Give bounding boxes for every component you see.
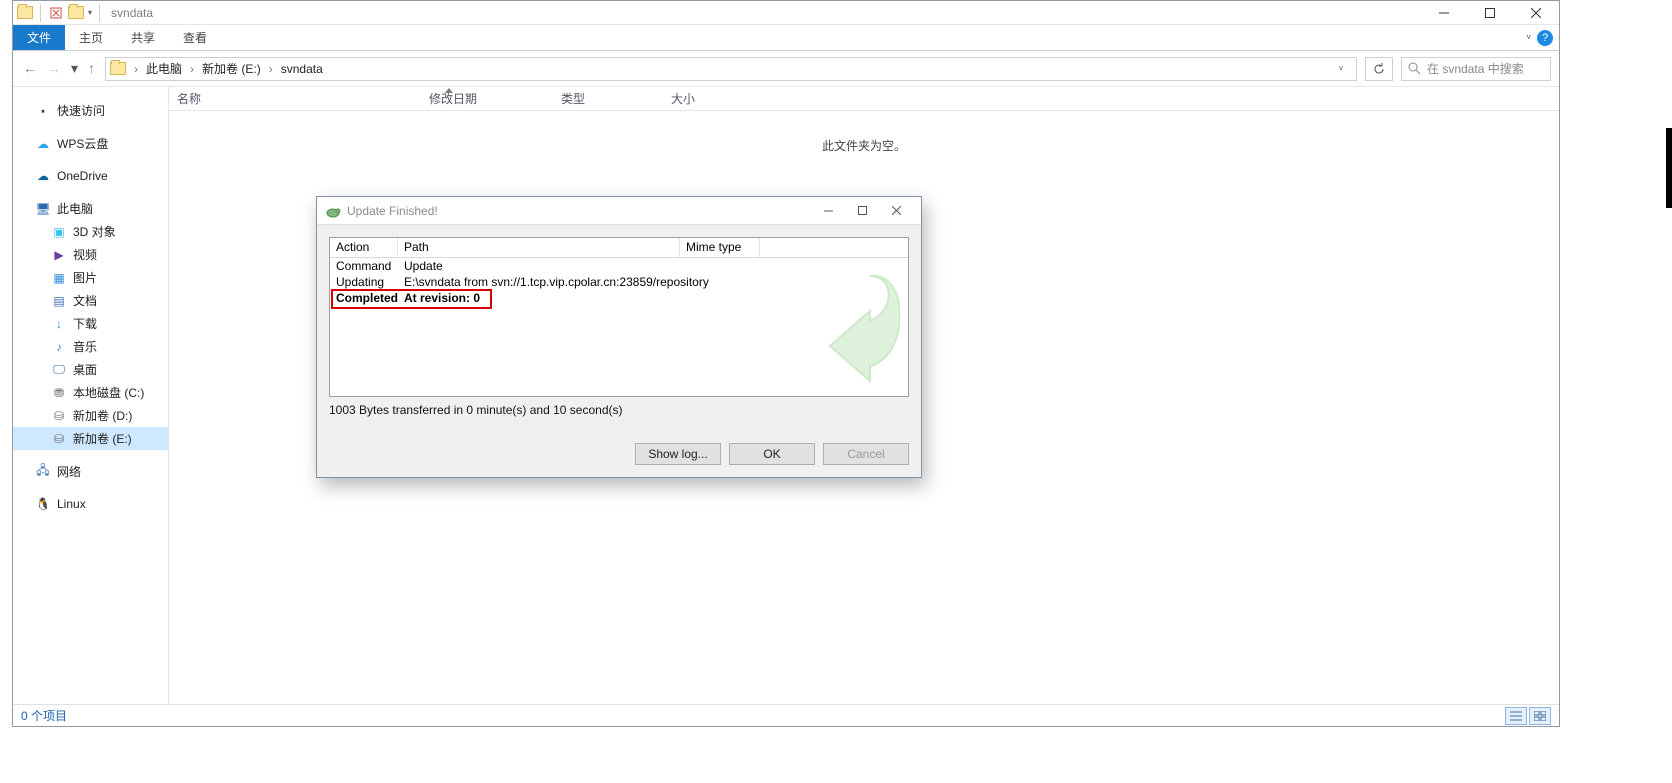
minimize-button[interactable]: [1421, 1, 1467, 25]
update-finished-dialog: Update Finished! Action Path Mime type C…: [316, 196, 922, 478]
drive-icon: ⛁: [51, 431, 67, 447]
tab-home[interactable]: 主页: [65, 25, 117, 50]
nav-thispc[interactable]: 🖥此电脑: [13, 197, 168, 220]
desktop-icon: 🖵: [51, 362, 67, 378]
drive-icon: ⛃: [51, 385, 67, 401]
view-details-button[interactable]: [1505, 707, 1527, 725]
col-type[interactable]: 类型: [553, 90, 663, 107]
dialog-maximize-button[interactable]: [845, 200, 879, 222]
recent-dropdown[interactable]: ▾: [71, 60, 78, 77]
back-button[interactable]: ←: [23, 60, 37, 77]
maximize-button[interactable]: [1467, 1, 1513, 25]
breadcrumb-sep: ›: [265, 62, 277, 76]
ribbon-expand-icon[interactable]: ˅: [1526, 33, 1531, 42]
address-row: ← → ▾ ↑ › 此电脑 › 新加卷 (E:) › svndata ˅ 在 s…: [13, 51, 1559, 87]
help-icon[interactable]: ?: [1537, 30, 1553, 46]
address-dropdown-icon[interactable]: ˅: [1330, 64, 1352, 73]
search-placeholder: 在 svndata 中搜索: [1427, 60, 1524, 77]
breadcrumb-sep: ›: [130, 62, 142, 76]
document-icon: ▤: [51, 293, 67, 309]
nav-documents[interactable]: ▤文档: [13, 289, 168, 312]
nav-downloads[interactable]: ↓下载: [13, 312, 168, 335]
view-icons-button[interactable]: [1529, 707, 1551, 725]
nav-videos[interactable]: ▶视频: [13, 243, 168, 266]
search-input[interactable]: 在 svndata 中搜索: [1401, 57, 1551, 81]
cropped-edge: [1666, 128, 1672, 208]
video-icon: ▶: [51, 247, 67, 263]
breadcrumb-drive[interactable]: 新加卷 (E:): [202, 60, 261, 77]
picture-icon: ▦: [51, 270, 67, 286]
col-path[interactable]: Path: [398, 238, 680, 257]
nav-network[interactable]: 🖧网络: [13, 460, 168, 483]
star-icon: ⋆: [35, 103, 51, 119]
folder-icon: [17, 5, 33, 21]
titlebar: ▾ svndata: [13, 1, 1559, 25]
nav-pictures[interactable]: ▦图片: [13, 266, 168, 289]
status-item-count: 0 个项目: [21, 707, 67, 724]
ribbon: 文件 主页 共享 查看 ˅ ?: [13, 25, 1559, 51]
breadcrumb-folder[interactable]: svndata: [281, 62, 323, 76]
list-row[interactable]: Updating E:\svndata from svn://1.tcp.vip…: [330, 274, 908, 290]
music-icon: ♪: [51, 339, 67, 355]
folder-icon: [110, 61, 126, 77]
column-header[interactable]: 名称 修改日期 类型 大小: [169, 87, 1559, 111]
download-icon: ↓: [51, 316, 67, 332]
col-size[interactable]: 大小: [663, 90, 753, 107]
showlog-button[interactable]: Show log...: [635, 443, 721, 465]
cube-icon: ▣: [51, 224, 67, 240]
search-icon: [1408, 62, 1421, 75]
dialog-close-button[interactable]: [879, 200, 913, 222]
network-icon: 🖧: [35, 464, 51, 480]
list-header[interactable]: Action Path Mime type: [330, 238, 908, 258]
tab-view[interactable]: 查看: [169, 25, 221, 50]
nav-linux[interactable]: 🐧Linux: [13, 493, 168, 515]
empty-folder-message: 此文件夹为空。: [169, 137, 1559, 154]
cloud-icon: ☁: [35, 168, 51, 184]
col-mime[interactable]: Mime type: [680, 238, 760, 257]
properties-qat-icon[interactable]: [48, 5, 64, 21]
nav-quickaccess[interactable]: ⋆快速访问: [13, 99, 168, 122]
qat-separator: [40, 4, 41, 22]
col-name[interactable]: 名称: [169, 90, 421, 107]
refresh-button[interactable]: [1365, 57, 1393, 81]
col-action[interactable]: Action: [330, 238, 398, 257]
dialog-title: Update Finished!: [347, 204, 438, 218]
dialog-titlebar: Update Finished!: [317, 197, 921, 225]
ok-button[interactable]: OK: [729, 443, 815, 465]
tortoise-icon: [325, 203, 341, 219]
dialog-minimize-button[interactable]: [811, 200, 845, 222]
close-button[interactable]: [1513, 1, 1559, 25]
qat-chevron-icon[interactable]: ▾: [88, 8, 92, 17]
nav-drive-d[interactable]: ⛁新加卷 (D:): [13, 404, 168, 427]
qat-separator-2: [99, 4, 100, 22]
nav-drive-c[interactable]: ⛃本地磁盘 (C:): [13, 381, 168, 404]
cloud-icon: ☁: [35, 136, 51, 152]
penguin-icon: 🐧: [35, 496, 51, 512]
statusbar: 0 个项目: [13, 704, 1559, 726]
list-row-completed[interactable]: Completed At revision: 0: [330, 290, 908, 306]
monitor-icon: 🖥: [35, 201, 51, 217]
forward-button: →: [47, 60, 61, 77]
address-bar[interactable]: › 此电脑 › 新加卷 (E:) › svndata ˅: [105, 57, 1357, 81]
nav-music[interactable]: ♪音乐: [13, 335, 168, 358]
nav-desktop[interactable]: 🖵桌面: [13, 358, 168, 381]
transfer-summary: 1003 Bytes transferred in 0 minute(s) an…: [329, 403, 909, 417]
nav-wpscloud[interactable]: ☁WPS云盘: [13, 132, 168, 155]
nav-3dobjects[interactable]: ▣3D 对象: [13, 220, 168, 243]
cancel-button: Cancel: [823, 443, 909, 465]
tab-file[interactable]: 文件: [13, 25, 65, 50]
list-row[interactable]: Command Update: [330, 258, 908, 274]
drive-icon: ⛁: [51, 408, 67, 424]
nav-drive-e[interactable]: ⛁新加卷 (E:): [13, 427, 168, 450]
update-log-list[interactable]: Action Path Mime type Command Update Upd…: [329, 237, 909, 397]
breadcrumb-thispc[interactable]: 此电脑: [146, 60, 182, 77]
col-date[interactable]: 修改日期: [421, 90, 553, 107]
up-button[interactable]: ↑: [88, 60, 95, 77]
breadcrumb-sep: ›: [186, 62, 198, 76]
navigation-pane: ⋆快速访问 ☁WPS云盘 ☁OneDrive 🖥此电脑 ▣3D 对象 ▶视频 ▦…: [13, 87, 169, 704]
nav-onedrive[interactable]: ☁OneDrive: [13, 165, 168, 187]
newfolder-qat-icon[interactable]: [68, 5, 84, 21]
window-title: svndata: [111, 6, 153, 20]
tab-share[interactable]: 共享: [117, 25, 169, 50]
